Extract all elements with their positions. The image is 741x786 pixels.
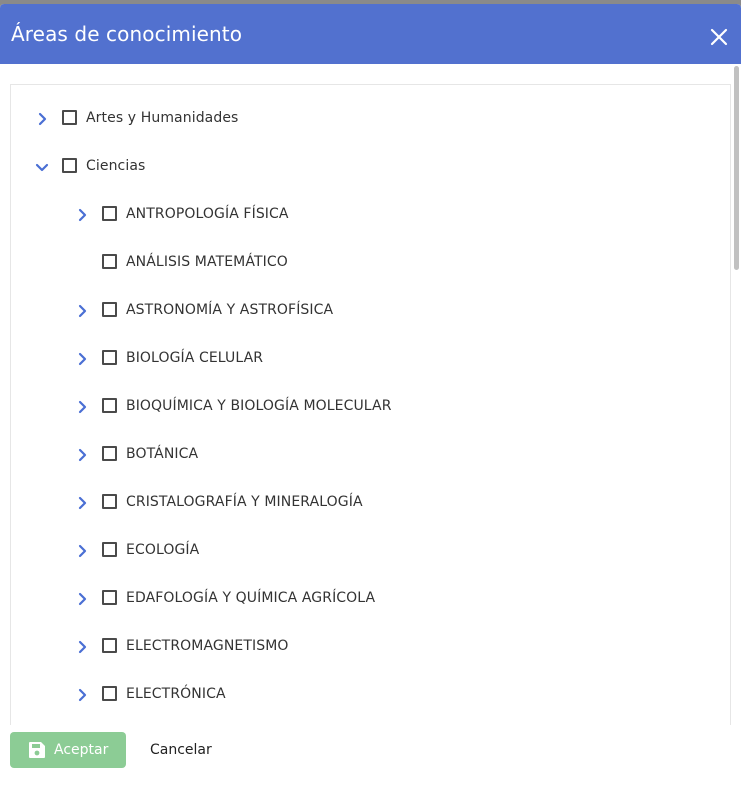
tree-item-checkbox[interactable] bbox=[102, 350, 117, 365]
tree-item-checkbox[interactable] bbox=[102, 686, 117, 701]
chevron-right-icon[interactable] bbox=[72, 445, 92, 465]
tree-item-checkbox[interactable] bbox=[102, 254, 117, 269]
tree-item-checkbox[interactable] bbox=[102, 494, 117, 509]
tree-item[interactable]: ASTRONOMÍA Y ASTROFÍSICA bbox=[11, 287, 730, 335]
close-icon bbox=[710, 28, 728, 46]
tree-item-label: BIOLOGÍA CELULAR bbox=[126, 350, 264, 366]
chevron-right-icon[interactable] bbox=[72, 685, 92, 705]
tree-item-label: Ciencias bbox=[86, 158, 146, 174]
knowledge-areas-dialog: Áreas de conocimiento Artes y Humanidade… bbox=[0, 4, 741, 786]
tree-item-label: BIOQUÍMICA Y BIOLOGÍA MOLECULAR bbox=[126, 398, 392, 414]
chevron-right-icon[interactable] bbox=[32, 109, 52, 129]
tree-item[interactable]: ECOLOGÍA bbox=[11, 527, 730, 575]
tree-item-checkbox[interactable] bbox=[102, 398, 117, 413]
tree-item-label: ASTRONOMÍA Y ASTROFÍSICA bbox=[126, 302, 334, 318]
tree-item-label: CRISTALOGRAFÍA Y MINERALOGÍA bbox=[126, 494, 363, 510]
tree-item[interactable]: BOTÁNICA bbox=[11, 431, 730, 479]
tree-item[interactable]: ANÁLISIS MATEMÁTICO bbox=[11, 239, 730, 287]
tree-item[interactable]: Ciencias bbox=[11, 143, 730, 191]
tree-item-checkbox[interactable] bbox=[62, 158, 77, 173]
close-button[interactable] bbox=[706, 24, 732, 50]
tree-item[interactable]: BIOLOGÍA CELULAR bbox=[11, 335, 730, 383]
accept-button-label: Aceptar bbox=[54, 742, 109, 758]
tree-item-label: EDAFOLOGÍA Y QUÍMICA AGRÍCOLA bbox=[126, 590, 376, 606]
cancel-button[interactable]: Cancelar bbox=[140, 732, 228, 768]
dialog-header: Áreas de conocimiento bbox=[0, 4, 741, 64]
tree-item-checkbox[interactable] bbox=[102, 302, 117, 317]
tree-item-checkbox[interactable] bbox=[62, 110, 77, 125]
scrollbar-thumb[interactable] bbox=[734, 66, 739, 270]
chevron-right-icon[interactable] bbox=[72, 349, 92, 369]
tree-item-label: ELECTROMAGNETISMO bbox=[126, 638, 289, 654]
accept-button[interactable]: Aceptar bbox=[10, 732, 126, 768]
tree-view: Artes y Humanidades Ciencias ANTROPOLOGÍA … bbox=[10, 84, 731, 725]
tree-item[interactable]: Artes y Humanidades bbox=[11, 95, 730, 143]
chevron-right-icon[interactable] bbox=[72, 205, 92, 225]
tree-item-checkbox[interactable] bbox=[102, 446, 117, 461]
chevron-right-icon[interactable] bbox=[72, 637, 92, 657]
tree-item[interactable]: ELECTROMAGNETISMO bbox=[11, 623, 730, 671]
scrollbar[interactable] bbox=[733, 64, 741, 724]
chevron-right-icon[interactable] bbox=[72, 301, 92, 321]
chevron-right-icon[interactable] bbox=[72, 397, 92, 417]
tree-item-checkbox[interactable] bbox=[102, 638, 117, 653]
cancel-button-label: Cancelar bbox=[150, 742, 212, 758]
chevron-down-icon[interactable] bbox=[32, 157, 52, 177]
tree-item-checkbox[interactable] bbox=[102, 542, 117, 557]
tree-item-checkbox[interactable] bbox=[102, 590, 117, 605]
tree-item[interactable]: BIOQUÍMICA Y BIOLOGÍA MOLECULAR bbox=[11, 383, 730, 431]
dialog-title: Áreas de conocimiento bbox=[11, 22, 243, 46]
tree-item[interactable]: EDAFOLOGÍA Y QUÍMICA AGRÍCOLA bbox=[11, 575, 730, 623]
save-icon bbox=[29, 742, 45, 758]
tree-item[interactable]: CRISTALOGRAFÍA Y MINERALOGÍA bbox=[11, 479, 730, 527]
tree-item-label: BOTÁNICA bbox=[126, 446, 199, 462]
tree-item-label: Artes y Humanidades bbox=[86, 110, 239, 126]
tree-item-label: ELECTRÓNICA bbox=[126, 686, 226, 702]
tree-item[interactable]: ELECTRÓNICA bbox=[11, 671, 730, 719]
tree-item-label: ECOLOGÍA bbox=[126, 542, 200, 558]
chevron-right-icon[interactable] bbox=[72, 589, 92, 609]
tree-item-checkbox[interactable] bbox=[102, 206, 117, 221]
tree-item-label: ANÁLISIS MATEMÁTICO bbox=[126, 254, 288, 270]
tree-item[interactable]: ANTROPOLOGÍA FÍSICA bbox=[11, 191, 730, 239]
chevron-right-icon[interactable] bbox=[72, 493, 92, 513]
tree-item-label: ANTROPOLOGÍA FÍSICA bbox=[126, 206, 289, 222]
chevron-right-icon[interactable] bbox=[72, 541, 92, 561]
